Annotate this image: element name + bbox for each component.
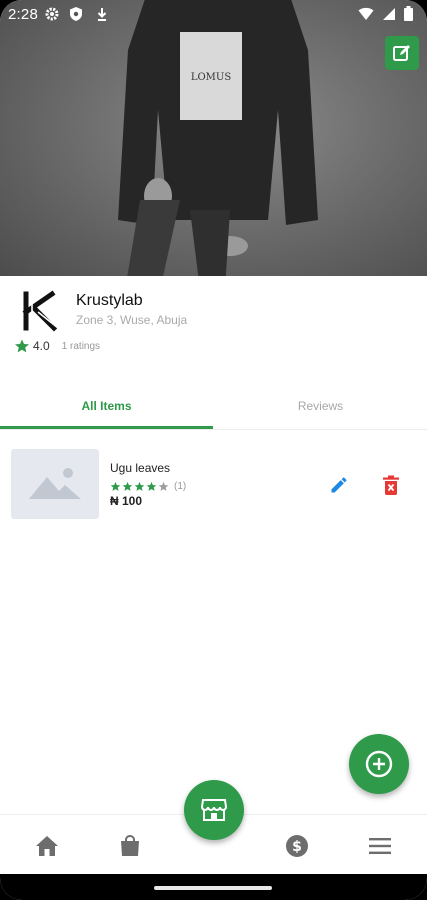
shield-icon — [70, 7, 82, 21]
store-rating: 4.0 1 ratings — [14, 338, 100, 354]
trash-icon — [383, 475, 399, 495]
star-filled-icon — [122, 481, 133, 491]
store-logo — [22, 290, 59, 332]
shopping-bag-icon — [121, 835, 139, 856]
nav-home[interactable] — [32, 831, 62, 861]
wifi-icon — [358, 7, 374, 20]
dollar-icon: $ — [286, 835, 308, 857]
item-thumbnail — [11, 449, 99, 519]
store-info: Krustylab Zone 3, Wuse, Abuja 4.0 1 rati… — [0, 276, 427, 376]
nav-orders[interactable] — [115, 831, 145, 861]
star-filled-icon — [146, 481, 157, 491]
nav-earnings[interactable]: $ — [282, 831, 312, 861]
cover-photo-legs — [127, 200, 230, 276]
store-address: Zone 3, Wuse, Abuja — [76, 313, 188, 327]
gear-icon — [45, 7, 59, 21]
delete-item-button[interactable] — [378, 472, 404, 498]
list-item[interactable]: Ugu leaves (1) ₦ 100 — [0, 446, 427, 522]
storefront-icon — [201, 799, 227, 821]
rating-value: 4.0 — [33, 339, 50, 353]
store-cover-image: LOMUS — [0, 0, 427, 276]
svg-text:$: $ — [292, 839, 302, 855]
ratings-count: 1 ratings — [61, 340, 101, 352]
item-name: Ugu leaves — [110, 461, 171, 475]
edit-item-button[interactable] — [326, 472, 352, 498]
edit-icon — [393, 45, 410, 61]
tab-reviews[interactable]: Reviews — [214, 382, 427, 429]
add-circle-icon — [365, 750, 393, 778]
star-filled-icon — [110, 481, 121, 491]
app-screen: LOMUS 2:28 Krustylab Zone 3, Wuse, Abuja… — [0, 0, 427, 900]
star-icon — [15, 339, 29, 353]
image-placeholder-icon — [29, 468, 81, 499]
pencil-icon — [331, 477, 347, 493]
star-empty-icon — [158, 481, 169, 491]
item-rating: (1) — [110, 481, 186, 492]
active-tab-indicator — [0, 426, 213, 429]
item-review-count: (1) — [174, 481, 187, 492]
add-item-fab[interactable] — [349, 734, 409, 794]
signal-icon — [383, 7, 395, 20]
nav-menu[interactable] — [365, 831, 395, 861]
status-bar: 2:28 — [0, 0, 427, 30]
svg-text:LOMUS: LOMUS — [191, 72, 232, 83]
home-icon — [36, 836, 58, 856]
tab-bar: All Items Reviews — [0, 382, 427, 430]
item-price: ₦ 100 — [110, 494, 143, 508]
gesture-handle[interactable] — [154, 886, 272, 890]
star-filled-icon — [134, 481, 145, 491]
store-name: Krustylab — [76, 292, 143, 309]
store-fab[interactable] — [184, 780, 244, 840]
battery-icon — [404, 6, 413, 21]
download-icon — [97, 8, 107, 21]
status-time: 2:28 — [8, 6, 38, 23]
edit-cover-button[interactable] — [385, 36, 419, 70]
menu-icon — [369, 838, 391, 854]
tab-all-items[interactable]: All Items — [0, 382, 213, 429]
